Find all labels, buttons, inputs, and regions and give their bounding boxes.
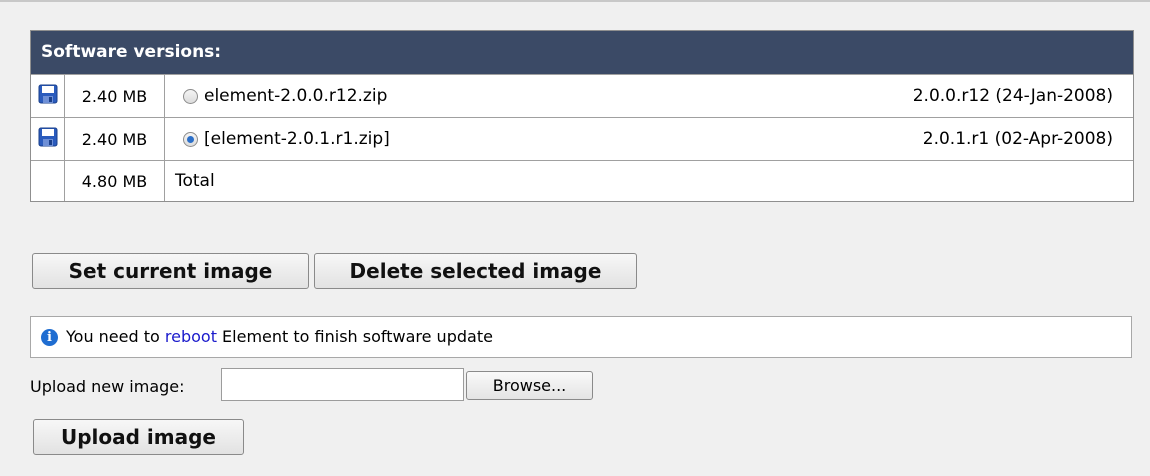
file-size: 2.40 MB [64, 117, 165, 161]
file-size: 2.40 MB [64, 74, 165, 118]
version-radio[interactable] [183, 88, 198, 104]
version-label: 2.0.0.r12 (24-Jan-2008) [713, 74, 1133, 118]
floppy-disk-icon[interactable] [38, 127, 58, 152]
reboot-notice: i You need to reboot Element to finish so… [30, 316, 1132, 358]
versions-header: Software versions: [31, 31, 1133, 74]
upload-file-input[interactable] [221, 368, 464, 401]
top-divider [0, 0, 1150, 2]
table-row: 2.40 MB element-2.0.0.r12.zip 2.0.0.r12 … [31, 74, 1133, 118]
notice-text-before: You need to [66, 327, 165, 346]
file-name: [element-2.0.1.r1.zip] [204, 129, 390, 149]
file-name: element-2.0.0.r12.zip [204, 86, 388, 106]
reboot-link[interactable]: reboot [165, 327, 217, 346]
upload-label: Upload new image: [30, 377, 185, 396]
versions-table: 2.40 MB element-2.0.0.r12.zip 2.0.0.r12 … [31, 74, 1133, 201]
total-label: Total [164, 160, 713, 201]
table-row: 2.40 MB [element-2.0.1.r1.zip] 2.0.1.r1 … [31, 117, 1133, 161]
total-row: 4.80 MB Total [31, 160, 1133, 201]
floppy-disk-icon[interactable] [38, 84, 58, 109]
version-label: 2.0.1.r1 (02-Apr-2008) [713, 117, 1133, 161]
software-versions-panel: Software versions: 2.40 MB element-2.0.0… [30, 30, 1134, 202]
delete-selected-image-button[interactable]: Delete selected image [314, 253, 637, 289]
total-size: 4.80 MB [64, 160, 165, 201]
upload-image-button[interactable]: Upload image [33, 419, 244, 455]
browse-button[interactable]: Browse... [466, 371, 593, 400]
set-current-image-button[interactable]: Set current image [32, 253, 309, 289]
notice-text-after: Element to finish software update [216, 327, 493, 346]
version-radio-selected[interactable] [183, 131, 198, 147]
info-icon: i [41, 329, 58, 346]
